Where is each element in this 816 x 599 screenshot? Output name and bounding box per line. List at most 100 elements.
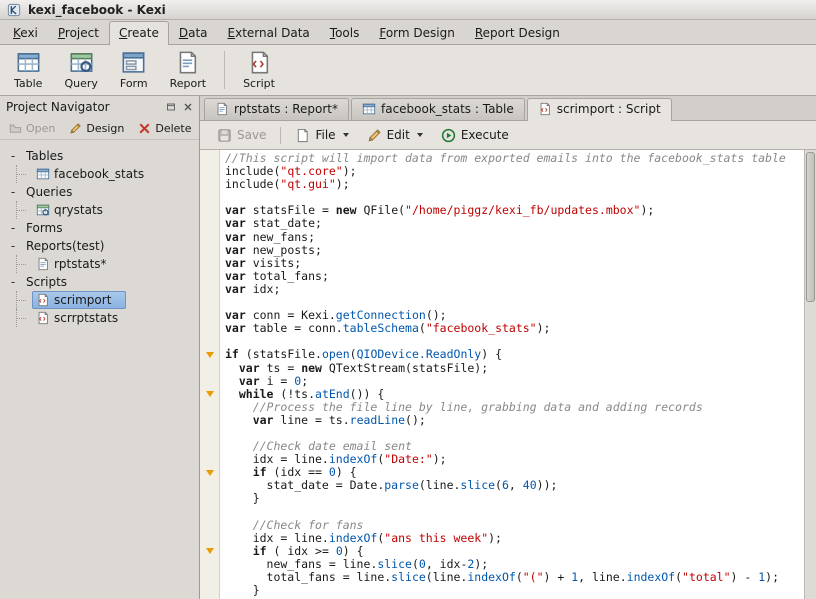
code-token: readLine [350, 413, 405, 427]
save-button[interactable]: Save [210, 125, 273, 146]
titlebar[interactable]: kexi_facebook - Kexi [0, 0, 816, 20]
tab-label: facebook_stats : Table [381, 102, 514, 116]
expander-icon[interactable]: - [8, 277, 18, 287]
delete-button[interactable]: Delete [133, 120, 196, 137]
code-token: (line. [426, 570, 468, 584]
file-menu-button[interactable]: File [288, 125, 355, 146]
code-token: new_fans; [246, 230, 315, 244]
gutter-cell [200, 532, 219, 545]
code-line[interactable]: } [225, 492, 804, 505]
execute-button[interactable]: Execute [434, 125, 516, 146]
create-report-button[interactable]: Report [164, 48, 212, 92]
gutter-cell [200, 584, 219, 597]
code-line[interactable]: var total_fans; [225, 270, 804, 283]
code-token: , idx- [426, 557, 468, 571]
tree-item-reports-test[interactable]: -Reports(test) [2, 237, 197, 255]
code-line[interactable]: } [225, 584, 804, 597]
code-token: var [239, 361, 260, 375]
tree-item-forms[interactable]: -Forms [2, 219, 197, 237]
tree-item-qrystats[interactable]: qrystats [2, 201, 197, 219]
create-script-button[interactable]: Script [237, 48, 281, 92]
code-token: new [301, 361, 322, 375]
menu-tools[interactable]: Tools [320, 21, 370, 44]
code-token: "(" [523, 570, 544, 584]
fold-marker-icon[interactable] [206, 548, 214, 554]
code-token: i = [260, 374, 295, 388]
tab-scrimport-script[interactable]: scrimport : Script [527, 98, 672, 121]
code-token: slice [391, 570, 426, 584]
code-line[interactable]: stat_date = Date.parse(line.slice(6, 40)… [225, 479, 804, 492]
code-token: if [225, 347, 239, 361]
vertical-scrollbar[interactable] [804, 150, 816, 599]
tree-item-tables[interactable]: -Tables [2, 147, 197, 165]
code-token: tableSchema [343, 321, 419, 335]
edit-menu-button[interactable]: Edit [360, 125, 430, 146]
menu-report-design[interactable]: Report Design [465, 21, 570, 44]
expander-icon[interactable]: - [8, 187, 18, 197]
code-token [225, 374, 239, 388]
menu-create[interactable]: Create [109, 21, 169, 45]
editor-gutter [200, 150, 220, 599]
open-button[interactable]: Open [4, 120, 60, 137]
code-area[interactable]: //This script will import data from expo… [220, 150, 804, 599]
scrollbar-thumb[interactable] [806, 152, 815, 302]
tab-facebook-stats-table[interactable]: facebook_stats : Table [351, 98, 525, 120]
code-line[interactable]: var ts = new QTextStream(statsFile); [225, 362, 804, 375]
code-token: //Check date email sent [253, 439, 412, 453]
design-button[interactable]: Design [64, 120, 129, 137]
kexi-window: kexi_facebook - Kexi KexiProjectCreateDa… [0, 0, 816, 599]
gutter-cell [200, 309, 219, 322]
table-icon [362, 102, 376, 116]
gutter-cell [200, 440, 219, 453]
table-icon [36, 167, 50, 181]
save-label: Save [237, 128, 266, 142]
create-form-button[interactable]: Form [114, 48, 154, 92]
gutter-cell [200, 388, 219, 401]
fold-marker-icon[interactable] [206, 352, 214, 358]
fold-marker-icon[interactable] [206, 391, 214, 397]
menu-data[interactable]: Data [169, 21, 218, 44]
code-token [225, 465, 253, 479]
expander-icon[interactable]: - [8, 241, 18, 251]
tree-item-facebook-stats[interactable]: facebook_stats [2, 165, 197, 183]
script-icon [247, 50, 272, 75]
delete-icon [138, 122, 151, 135]
navigator-tree: -Tablesfacebook_stats-Queriesqrystats-Fo… [0, 140, 199, 599]
create-query-button[interactable]: Query [58, 48, 103, 92]
query-icon [36, 203, 50, 217]
toolbar-separator [224, 51, 225, 89]
code-line[interactable]: var table = conn.tableSchema("facebook_s… [225, 322, 804, 335]
code-line[interactable]: var line = ts.readLine(); [225, 414, 804, 427]
expander-icon[interactable]: - [8, 151, 18, 161]
close-icon[interactable] [183, 102, 193, 112]
create-table-button[interactable]: Table [8, 48, 48, 92]
report-icon [215, 102, 229, 116]
code-token: ); [433, 452, 447, 466]
expander-icon[interactable]: - [8, 223, 18, 233]
tree-item-scripts[interactable]: -Scripts [2, 273, 197, 291]
code-token: "qt.gui" [280, 177, 335, 191]
toolbar-separator [280, 127, 281, 144]
tree-item-scrimport[interactable]: scrimport [2, 291, 197, 309]
code-line[interactable]: total_fans = line.slice(line.indexOf("("… [225, 571, 804, 584]
tree-item-queries[interactable]: -Queries [2, 183, 197, 201]
tree-item-scrrptstats[interactable]: scrrptstats [2, 309, 197, 327]
code-line[interactable]: var idx; [225, 283, 804, 296]
menu-kexi[interactable]: Kexi [3, 21, 48, 44]
code-token: var [225, 321, 246, 335]
menu-external-data[interactable]: External Data [218, 21, 320, 44]
code-token [225, 413, 253, 427]
code-line[interactable]: var new_posts; [225, 244, 804, 257]
design-label: Design [86, 122, 124, 135]
tree-item-rptstats[interactable]: rptstats* [2, 255, 197, 273]
create-report-label: Report [170, 77, 206, 90]
code-line[interactable]: include("qt.gui"); [225, 178, 804, 191]
tree-item-label: rptstats* [54, 257, 107, 271]
float-icon[interactable] [166, 102, 176, 112]
fold-marker-icon[interactable] [206, 470, 214, 476]
gutter-cell [200, 178, 219, 191]
menu-form-design[interactable]: Form Design [369, 21, 464, 44]
menu-project[interactable]: Project [48, 21, 109, 44]
tab-rptstats-report[interactable]: rptstats : Report* [204, 98, 349, 120]
gutter-cell [200, 375, 219, 388]
